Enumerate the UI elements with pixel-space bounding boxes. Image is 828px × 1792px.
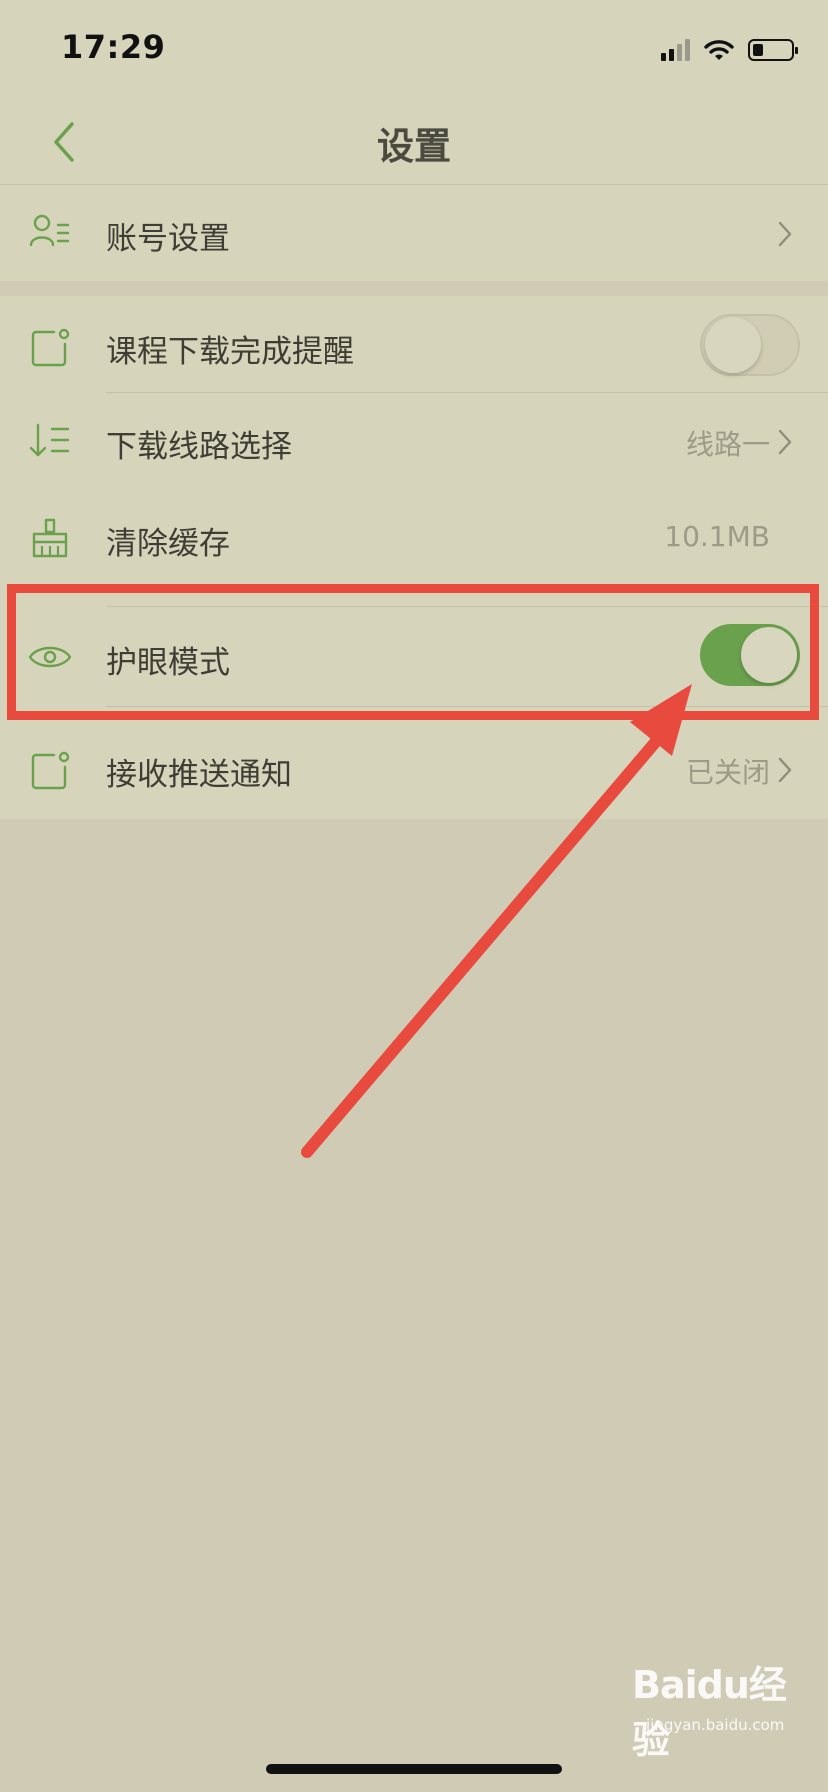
download-reminder-toggle[interactable] [700,314,800,376]
home-indicator[interactable] [266,1764,562,1774]
eye-icon [28,646,72,668]
chevron-right-icon [778,429,792,455]
header: 17:29 设置 [0,0,828,184]
notification-icon [31,328,70,367]
battery-icon [748,39,798,61]
clear-cache-label: 清除缓存 [106,526,230,562]
push-notification-value: 已关闭 [685,756,770,789]
download-route-value: 线路一 [685,428,770,461]
settings-row-eye-protection: 护眼模式 [0,607,828,703]
watermark-brand: Baidu经验 [632,1663,787,1762]
broom-icon [32,518,68,558]
settings-row-push-notification[interactable]: 接收推送通知 已关闭 [0,721,828,817]
general-section: 课程下载完成提醒 下载线路选择 线路一 清除缓存 10.1MB 护眼模式 接收推… [0,296,828,819]
status-time: 17:29 [61,28,166,66]
account-section: 账号设置 [0,184,828,281]
notification-icon [31,751,70,790]
watermark-url: jingyan.baidu.com [646,1716,785,1734]
wifi-icon [704,40,734,60]
settings-screen: 17:29 设置 账号设置 课程下载完成提醒 下载线路选择 线路一 清除缓存 1… [0,0,828,1792]
sort-download-icon [29,423,70,457]
settings-row-account[interactable]: 账号设置 [0,185,828,281]
download-reminder-label: 课程下载完成提醒 [106,334,354,370]
eye-protection-label: 护眼模式 [106,645,230,681]
download-route-label: 下载线路选择 [106,429,292,465]
settings-row-download-reminder: 课程下载完成提醒 [0,296,828,392]
divider [106,706,828,707]
chevron-right-icon [778,221,792,247]
cache-size-value: 10.1MB [664,520,770,553]
chevron-right-icon [778,757,792,783]
user-list-icon [29,214,70,247]
account-label: 账号设置 [106,221,230,257]
baidu-watermark: Baidu经验 jingyan.baidu.com [632,1654,802,1762]
settings-row-download-route[interactable]: 下载线路选择 线路一 [0,393,828,489]
status-icons [661,36,798,64]
eye-protection-toggle[interactable] [700,624,800,686]
cellular-signal-icon [661,39,690,61]
settings-row-clear-cache[interactable]: 清除缓存 10.1MB [0,490,828,586]
push-notification-label: 接收推送通知 [106,757,292,793]
page-title: 设置 [377,125,451,168]
